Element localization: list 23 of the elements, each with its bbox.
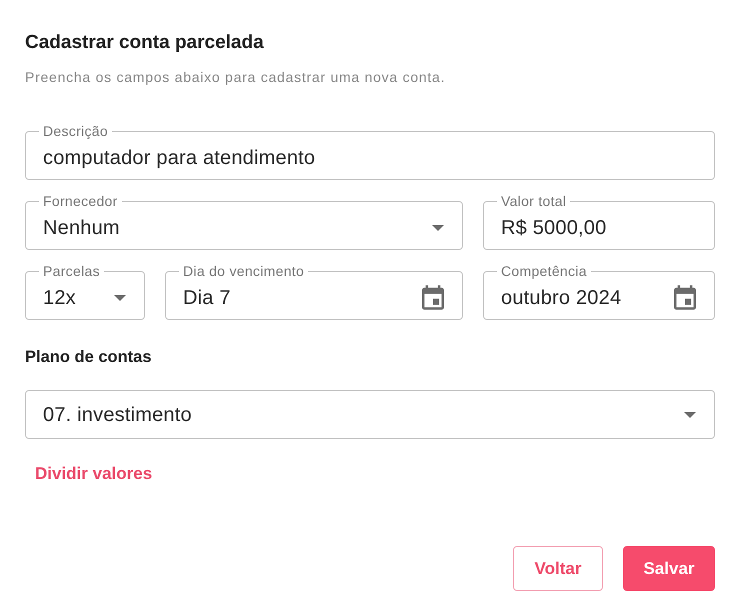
split-values-link[interactable]: Dividir valores: [25, 460, 162, 488]
dropdown-field[interactable]: 07. investimento: [25, 390, 715, 439]
date-field[interactable]: Competência outubro 2024: [483, 264, 715, 320]
field-label: Fornecedor: [42, 194, 119, 208]
field-label: Valor total: [500, 194, 568, 208]
caret-icon[interactable]: [114, 294, 126, 300]
date-field[interactable]: Dia do vencimento Dia 7: [165, 264, 463, 320]
dialog-subtitle: Preencha os campos abaixo para cadastrar uma nova conta.: [25, 68, 446, 86]
field-label: Parcelas: [42, 264, 101, 278]
calendar-icon[interactable]: [674, 285, 696, 310]
caret-icon[interactable]: [432, 224, 444, 230]
dropdown-field[interactable]: Parcelas 12x: [25, 264, 145, 320]
calendar-icon[interactable]: [422, 285, 444, 310]
field-label: Competência: [500, 264, 588, 278]
dropdown-field[interactable]: Fornecedor Nenhum: [25, 194, 463, 250]
section-heading: Plano de contas: [25, 347, 153, 367]
field-label: Descrição: [42, 124, 109, 138]
field-label: Dia do vencimento: [182, 264, 306, 278]
caret-icon[interactable]: [684, 412, 696, 418]
dialog-title: Cadastrar conta parcelada: [25, 31, 265, 55]
text-field[interactable]: Descrição computador para atendimento: [25, 124, 715, 180]
text-field[interactable]: Valor total R$ 5000,00: [483, 194, 715, 250]
back-button[interactable]: Voltar: [513, 546, 603, 591]
